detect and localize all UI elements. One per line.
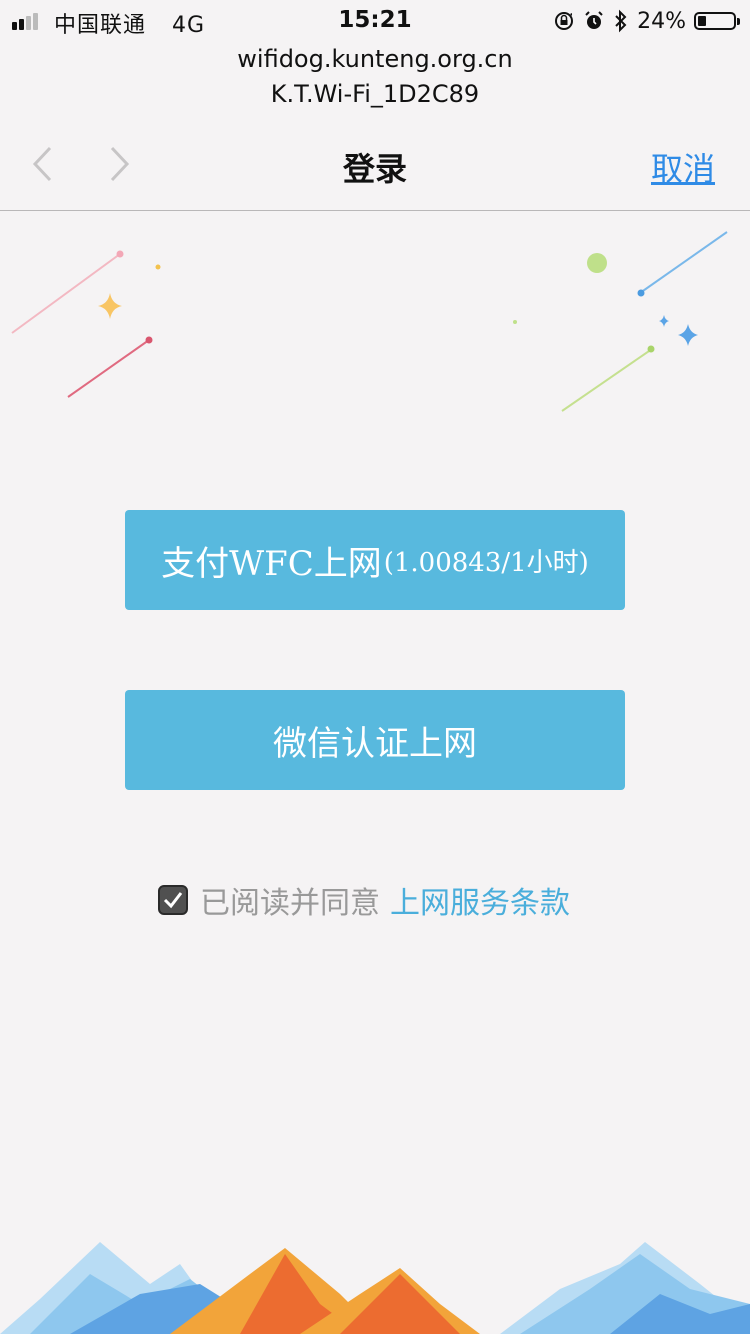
status-icons: 24% bbox=[553, 7, 740, 35]
battery-icon bbox=[694, 12, 740, 30]
agreement-checkbox[interactable] bbox=[158, 885, 188, 915]
bluetooth-icon bbox=[615, 9, 627, 33]
rotation-lock-icon bbox=[555, 12, 574, 30]
battery-level-fill bbox=[698, 16, 706, 26]
agreement-row: 已阅读并同意 上网服务条款 bbox=[158, 878, 570, 922]
alarm-icon bbox=[585, 11, 603, 29]
wifi-ssid: K.T.Wi-Fi_1D2C89 bbox=[270, 80, 480, 108]
agreement-text: 已阅读并同意 bbox=[200, 886, 380, 921]
battery-percent: 24% bbox=[637, 8, 686, 34]
wechat-auth-button[interactable]: 微信认证上网 bbox=[125, 690, 625, 790]
cancel-button[interactable]: 取消 bbox=[651, 144, 715, 190]
pay-button-price: (1.00843/1小时) bbox=[383, 547, 589, 578]
pay-button-label: 支付WFC上网 bbox=[161, 543, 382, 584]
mountains-illustration bbox=[0, 1242, 750, 1334]
checkmark-icon bbox=[163, 892, 183, 909]
navigation-bar: 登录 取消 bbox=[0, 120, 750, 211]
pay-wfc-button[interactable]: 支付WFC上网 (1.00843/1小时) bbox=[125, 510, 625, 610]
page-title: 登录 bbox=[342, 150, 407, 188]
terms-link[interactable]: 上网服务条款 bbox=[390, 878, 570, 922]
status-bar: 中国联通 4G 15:21 24% bbox=[0, 0, 750, 40]
decorative-meteors bbox=[11, 231, 728, 412]
page-host: wifidog.kunteng.org.cn bbox=[237, 45, 513, 73]
